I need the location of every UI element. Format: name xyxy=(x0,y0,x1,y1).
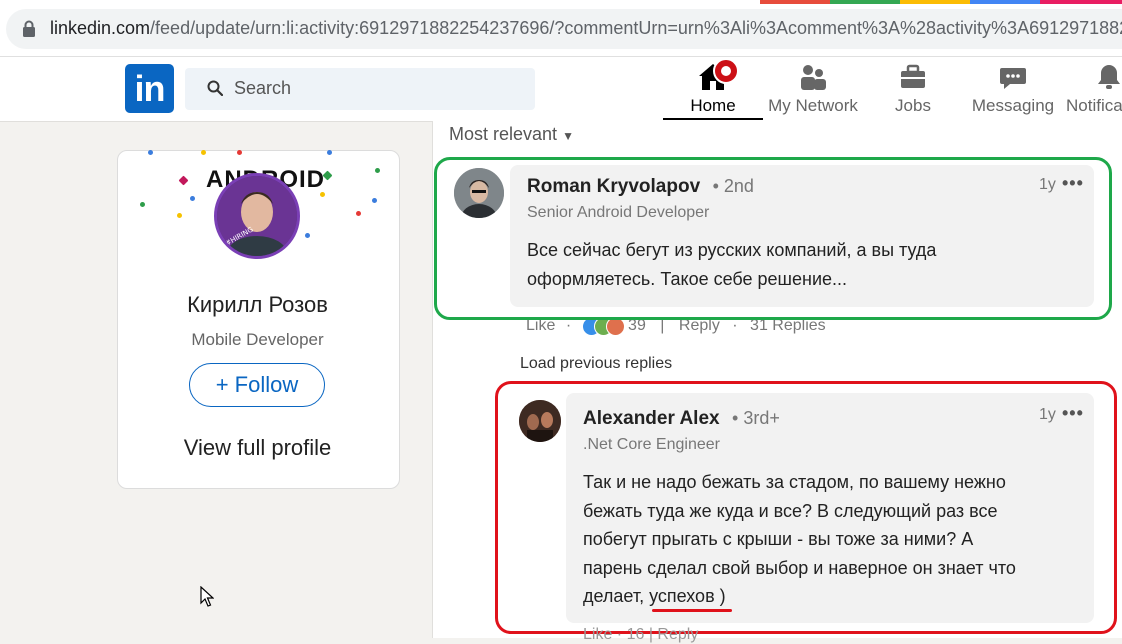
confetti-dot xyxy=(372,198,377,203)
nav-label-notifications: Notifica xyxy=(1066,96,1122,115)
profile-title: Mobile Developer xyxy=(191,330,324,349)
caret-down-icon: ▼ xyxy=(562,129,574,143)
nav-item-my-network[interactable]: My Network xyxy=(763,58,863,120)
linkedin-logo[interactable]: in xyxy=(125,64,174,113)
view-full-profile-link[interactable]: View full profile xyxy=(117,435,398,461)
confetti-dot xyxy=(375,168,380,173)
notification-badge xyxy=(713,58,739,84)
nav-label-messaging: Messaging xyxy=(971,96,1055,115)
profile-photo: #HIRING xyxy=(217,176,297,256)
highlight-box-red xyxy=(495,381,1117,634)
search-icon xyxy=(207,80,223,96)
profile-name[interactable]: Кирилл Розов xyxy=(117,292,398,318)
confetti-dot xyxy=(327,150,332,155)
confetti-dot xyxy=(190,196,195,201)
browser-tab-indicator xyxy=(1040,0,1122,4)
nav-item-messaging[interactable]: Messaging xyxy=(963,58,1063,120)
confetti-dot xyxy=(148,150,153,155)
active-tab-underline xyxy=(663,118,763,120)
confetti-dot xyxy=(140,202,145,207)
chat-icon xyxy=(1000,68,1026,89)
load-previous-replies-link[interactable]: Load previous replies xyxy=(520,355,672,373)
browser-tab-indicator xyxy=(900,0,970,4)
confetti-dot xyxy=(305,233,310,238)
nav-label-home: Home xyxy=(690,96,736,115)
avatar[interactable]: #HIRING xyxy=(214,173,300,259)
mouse-cursor-icon xyxy=(200,586,214,607)
people-icon xyxy=(801,65,826,90)
browser-tab-indicator xyxy=(830,0,900,4)
briefcase-icon xyxy=(901,64,925,88)
confetti-dot xyxy=(201,150,206,155)
confetti-dot xyxy=(237,150,242,155)
comment-actions-partial: Like · 16 | Reply xyxy=(583,626,699,643)
confetti-dot xyxy=(177,213,182,218)
follow-button[interactable]: + Follow xyxy=(189,363,325,407)
url-text[interactable]: linkedin.com/feed/update/urn:li:activity… xyxy=(50,18,1122,39)
browser-tab-indicator xyxy=(970,0,1040,4)
bell-icon xyxy=(1098,65,1120,89)
lock-icon[interactable] xyxy=(22,20,36,38)
search-placeholder: Search xyxy=(234,78,292,98)
confetti-dot xyxy=(356,211,361,216)
browser-tab-indicator xyxy=(760,0,830,4)
sort-dropdown[interactable]: Most relevant ▼ xyxy=(449,124,574,145)
nav-item-notifications[interactable]: Notifica xyxy=(1063,58,1122,120)
nav-item-jobs[interactable]: Jobs xyxy=(863,58,963,120)
nav-label-my-network: My Network xyxy=(768,96,858,115)
highlight-box-green xyxy=(434,157,1112,320)
nav-label-jobs: Jobs xyxy=(895,96,931,115)
